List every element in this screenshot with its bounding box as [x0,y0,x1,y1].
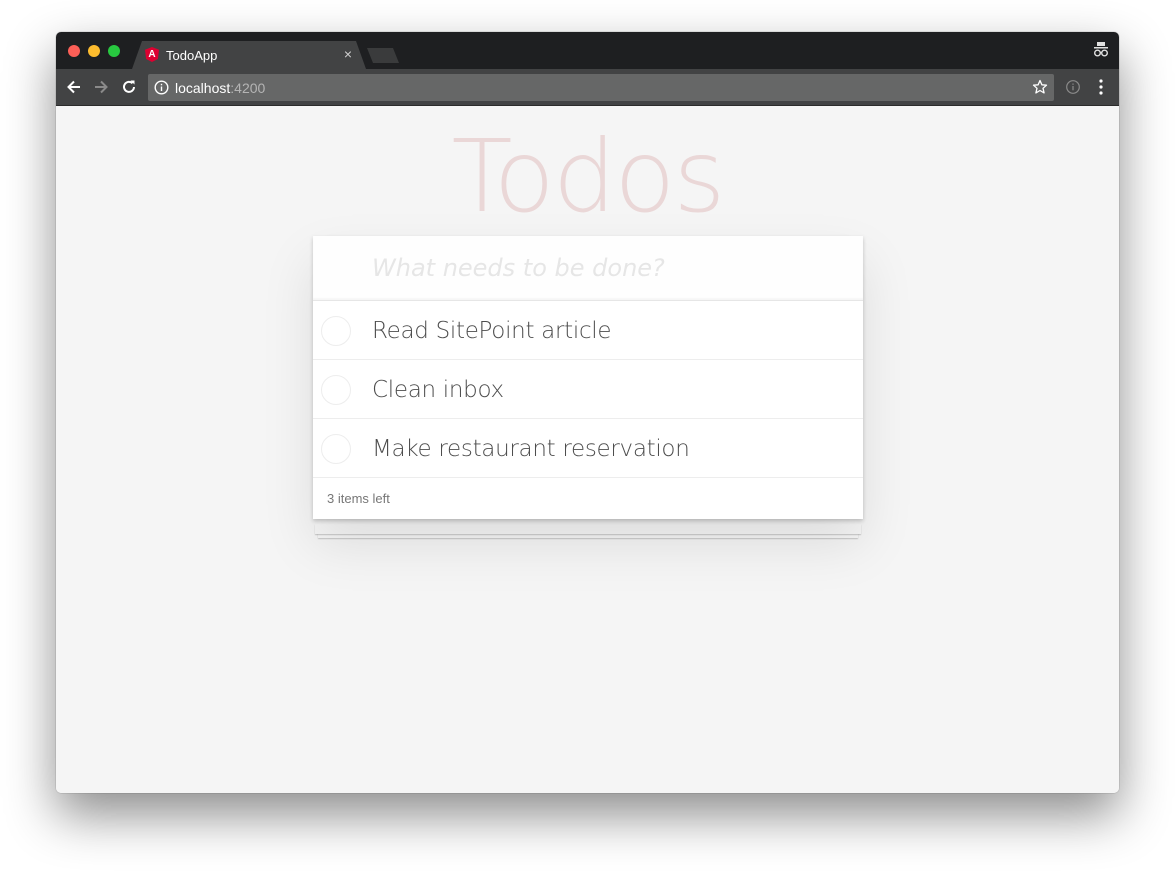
info-icon[interactable] [154,80,169,95]
todo-card: Read SitePoint article Clean inbox Make … [313,236,863,519]
forward-arrow-icon[interactable] [92,78,110,96]
url-text: localhost:4200 [175,80,265,96]
menu-dots-icon[interactable] [1093,78,1109,96]
browser-toolbar: localhost:4200 [56,69,1119,106]
bookmark-star-icon[interactable] [1032,79,1048,95]
back-arrow-icon[interactable] [65,78,83,96]
tab-close-icon[interactable]: × [344,46,352,62]
reload-icon[interactable] [120,78,138,96]
address-bar[interactable]: localhost:4200 [148,74,1054,101]
tab-title: TodoApp [166,48,218,63]
items-left-count: 3 items left [327,491,390,506]
browser-window: A TodoApp × localhost:4200 Todos What ne… [56,32,1119,793]
todo-toggle-checkbox[interactable] [321,375,351,405]
maximize-window-button[interactable] [108,45,120,57]
angular-logo-icon: A [145,47,159,62]
todo-toggle-checkbox[interactable] [321,316,351,346]
app-title: Todos [451,118,725,235]
url-port: :4200 [230,80,266,96]
todo-item: Read SitePoint article [313,301,863,360]
todo-title[interactable]: Clean inbox [372,377,504,403]
incognito-icon [1094,42,1108,57]
url-host: localhost [175,80,231,96]
page-content: Todos Read SitePoint article Clean inbox… [56,106,1119,793]
card-stack-shadow [315,524,861,534]
minimize-window-button[interactable] [88,45,100,57]
title-bar: A TodoApp × [56,32,1119,69]
close-window-button[interactable] [68,45,80,57]
todo-toggle-checkbox[interactable] [321,434,351,464]
todo-footer: 3 items left [313,478,863,519]
todo-list: Read SitePoint article Clean inbox Make … [313,301,863,478]
extension-info-icon[interactable] [1065,79,1081,95]
todo-item: Clean inbox [313,360,863,419]
todo-title[interactable]: Make restaurant reservation [372,436,690,462]
browser-tab[interactable]: A TodoApp × [132,41,366,69]
todo-title[interactable]: Read SitePoint article [372,318,612,344]
new-todo-input[interactable] [313,236,863,301]
todo-item: Make restaurant reservation [313,419,863,478]
new-tab-button[interactable] [367,48,399,63]
